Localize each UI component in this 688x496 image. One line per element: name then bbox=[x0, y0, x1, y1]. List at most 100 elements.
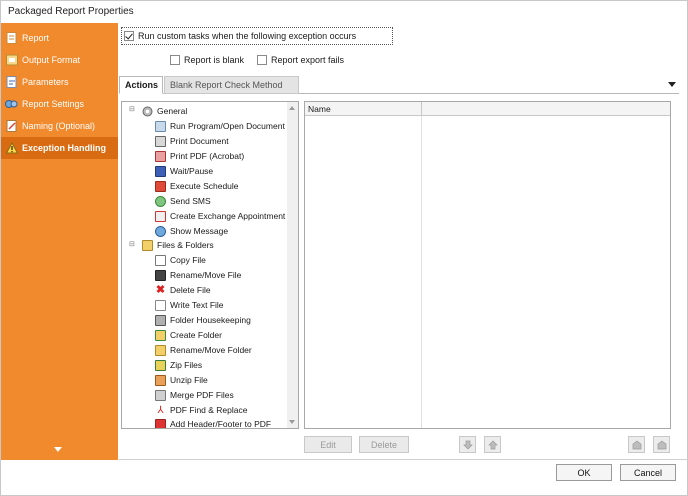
tree-item[interactable]: Execute Schedule bbox=[155, 179, 239, 193]
arrow-down-icon bbox=[462, 440, 473, 449]
custom-tasks-option[interactable]: Run custom tasks when the following exce… bbox=[121, 27, 393, 45]
sidebar-item-report[interactable]: Report bbox=[1, 27, 118, 49]
tree-item[interactable]: Zip Files bbox=[155, 358, 202, 372]
tab-overflow-icon[interactable] bbox=[668, 82, 676, 87]
dialog-window: Packaged Report Properties Report Output… bbox=[0, 0, 688, 496]
tree-item[interactable]: Merge PDF Files bbox=[155, 388, 234, 402]
report-blank-checkbox[interactable] bbox=[170, 55, 180, 65]
output-format-icon bbox=[5, 54, 18, 67]
delete-button[interactable]: Delete bbox=[359, 436, 409, 453]
zip-icon bbox=[155, 359, 166, 371]
tree-item[interactable]: Add Header/Footer to PDF bbox=[155, 417, 271, 428]
custom-tasks-checkbox[interactable] bbox=[124, 31, 134, 41]
actions-tree: ⊟ General Run Program/Open Document Prin… bbox=[121, 101, 299, 429]
tree-item[interactable]: Unzip File bbox=[155, 373, 208, 387]
report-blank-label: Report is blank bbox=[184, 55, 245, 65]
tree-group-files-folders[interactable]: Files & Folders bbox=[142, 238, 214, 252]
tree-item[interactable]: Create Exchange Appointment bbox=[155, 209, 285, 223]
tree-item[interactable]: Create Folder bbox=[155, 328, 222, 342]
tree-item[interactable]: Wait/Pause bbox=[155, 164, 213, 178]
tree-item[interactable]: Write Text File bbox=[155, 298, 224, 312]
merge-pdf-icon bbox=[155, 389, 166, 401]
ok-button[interactable]: OK bbox=[556, 464, 612, 481]
tree-item[interactable]: Rename/Move Folder bbox=[155, 343, 252, 357]
sidebar-item-label: Parameters bbox=[22, 77, 69, 87]
tree-item[interactable]: Copy File bbox=[155, 253, 206, 267]
move-up-button[interactable] bbox=[484, 436, 501, 453]
sidebar-item-label: Output Format bbox=[22, 55, 81, 65]
sidebar-item-output-format[interactable]: Output Format bbox=[1, 49, 118, 71]
create-folder-icon bbox=[155, 329, 166, 341]
pause-icon bbox=[155, 165, 166, 177]
naming-icon bbox=[5, 120, 18, 133]
sidebar-item-exception-handling[interactable]: Exception Handling bbox=[1, 137, 118, 159]
export-fails-label: Report export fails bbox=[271, 55, 345, 65]
calendar-icon bbox=[155, 210, 166, 222]
import-icon bbox=[632, 440, 641, 449]
grid-header: Name bbox=[305, 102, 670, 116]
housekeeping-icon bbox=[155, 314, 166, 326]
sidebar-item-naming[interactable]: Naming (Optional) bbox=[1, 115, 118, 137]
tree-item[interactable]: Rename/Move File bbox=[155, 268, 241, 282]
sidebar-item-label: Exception Handling bbox=[22, 143, 107, 153]
sidebar-scroll-down-icon[interactable] bbox=[54, 447, 62, 452]
window-title: Packaged Report Properties bbox=[8, 6, 134, 17]
pdf-header-icon bbox=[155, 418, 166, 428]
write-text-icon bbox=[155, 299, 166, 311]
cancel-button[interactable]: Cancel bbox=[620, 464, 676, 481]
run-program-icon bbox=[155, 120, 166, 132]
sms-icon bbox=[155, 195, 166, 207]
printer-icon bbox=[155, 135, 166, 147]
sidebar: Report Output Format Parameters Report S… bbox=[1, 23, 118, 460]
parameters-icon bbox=[5, 76, 18, 89]
report-settings-icon bbox=[5, 98, 18, 111]
tree-group-label: Files & Folders bbox=[157, 240, 214, 250]
tab-blank-report-check-method[interactable]: Blank Report Check Method bbox=[164, 76, 299, 94]
sidebar-item-report-settings[interactable]: Report Settings bbox=[1, 93, 118, 115]
export-icon bbox=[657, 440, 666, 449]
folder-icon bbox=[142, 239, 153, 251]
report-blank-option[interactable]: Report is blank bbox=[170, 55, 244, 65]
rename-file-icon bbox=[155, 269, 166, 281]
export-fails-checkbox[interactable] bbox=[257, 55, 267, 65]
sidebar-item-label: Naming (Optional) bbox=[22, 121, 96, 131]
export-fails-option[interactable]: Report export fails bbox=[257, 55, 344, 65]
tree-item[interactable]: ✖ Delete File bbox=[155, 283, 211, 297]
column-header-name[interactable]: Name bbox=[308, 104, 331, 114]
delete-icon: ✖ bbox=[155, 283, 166, 296]
copy-file-icon bbox=[155, 254, 166, 266]
tree-item[interactable]: Show Message bbox=[155, 224, 228, 238]
sidebar-item-parameters[interactable]: Parameters bbox=[1, 71, 118, 93]
tree-group-label: General bbox=[157, 106, 188, 116]
scroll-up-icon[interactable] bbox=[289, 106, 295, 110]
export-button[interactable] bbox=[653, 436, 670, 453]
sidebar-item-label: Report bbox=[22, 33, 50, 43]
tree-item[interactable]: Print Document bbox=[155, 134, 229, 148]
tree-item[interactable]: Run Program/Open Document bbox=[155, 119, 285, 133]
rename-folder-icon bbox=[155, 344, 166, 356]
tree-item[interactable]: Print PDF (Acrobat) bbox=[155, 149, 244, 163]
scroll-down-icon[interactable] bbox=[289, 420, 295, 424]
gear-icon bbox=[142, 106, 153, 117]
info-icon bbox=[155, 225, 166, 237]
edit-button[interactable]: Edit bbox=[304, 436, 352, 453]
execute-schedule-icon bbox=[155, 180, 166, 192]
arrow-up-icon bbox=[487, 440, 498, 449]
collapse-icon[interactable]: ⊟ bbox=[129, 106, 136, 113]
pdf-icon: ⅄ bbox=[157, 404, 164, 416]
title-bar: Packaged Report Properties bbox=[1, 1, 687, 23]
tree-scrollbar[interactable] bbox=[287, 102, 298, 428]
tree-group-general[interactable]: General bbox=[142, 104, 187, 118]
move-down-button[interactable] bbox=[459, 436, 476, 453]
tree-item[interactable]: ⅄ PDF Find & Replace bbox=[155, 403, 247, 417]
collapse-icon[interactable]: ⊟ bbox=[129, 241, 136, 248]
sidebar-item-label: Report Settings bbox=[22, 99, 85, 109]
tree-item[interactable]: Folder Housekeeping bbox=[155, 313, 251, 327]
pdf-printer-icon bbox=[155, 150, 166, 162]
tasks-grid[interactable]: Name bbox=[304, 101, 671, 429]
custom-tasks-label: Run custom tasks when the following exce… bbox=[138, 31, 357, 41]
warning-icon bbox=[5, 142, 18, 155]
tab-actions[interactable]: Actions bbox=[119, 76, 163, 94]
import-button[interactable] bbox=[628, 436, 645, 453]
tree-item[interactable]: Send SMS bbox=[155, 194, 211, 208]
